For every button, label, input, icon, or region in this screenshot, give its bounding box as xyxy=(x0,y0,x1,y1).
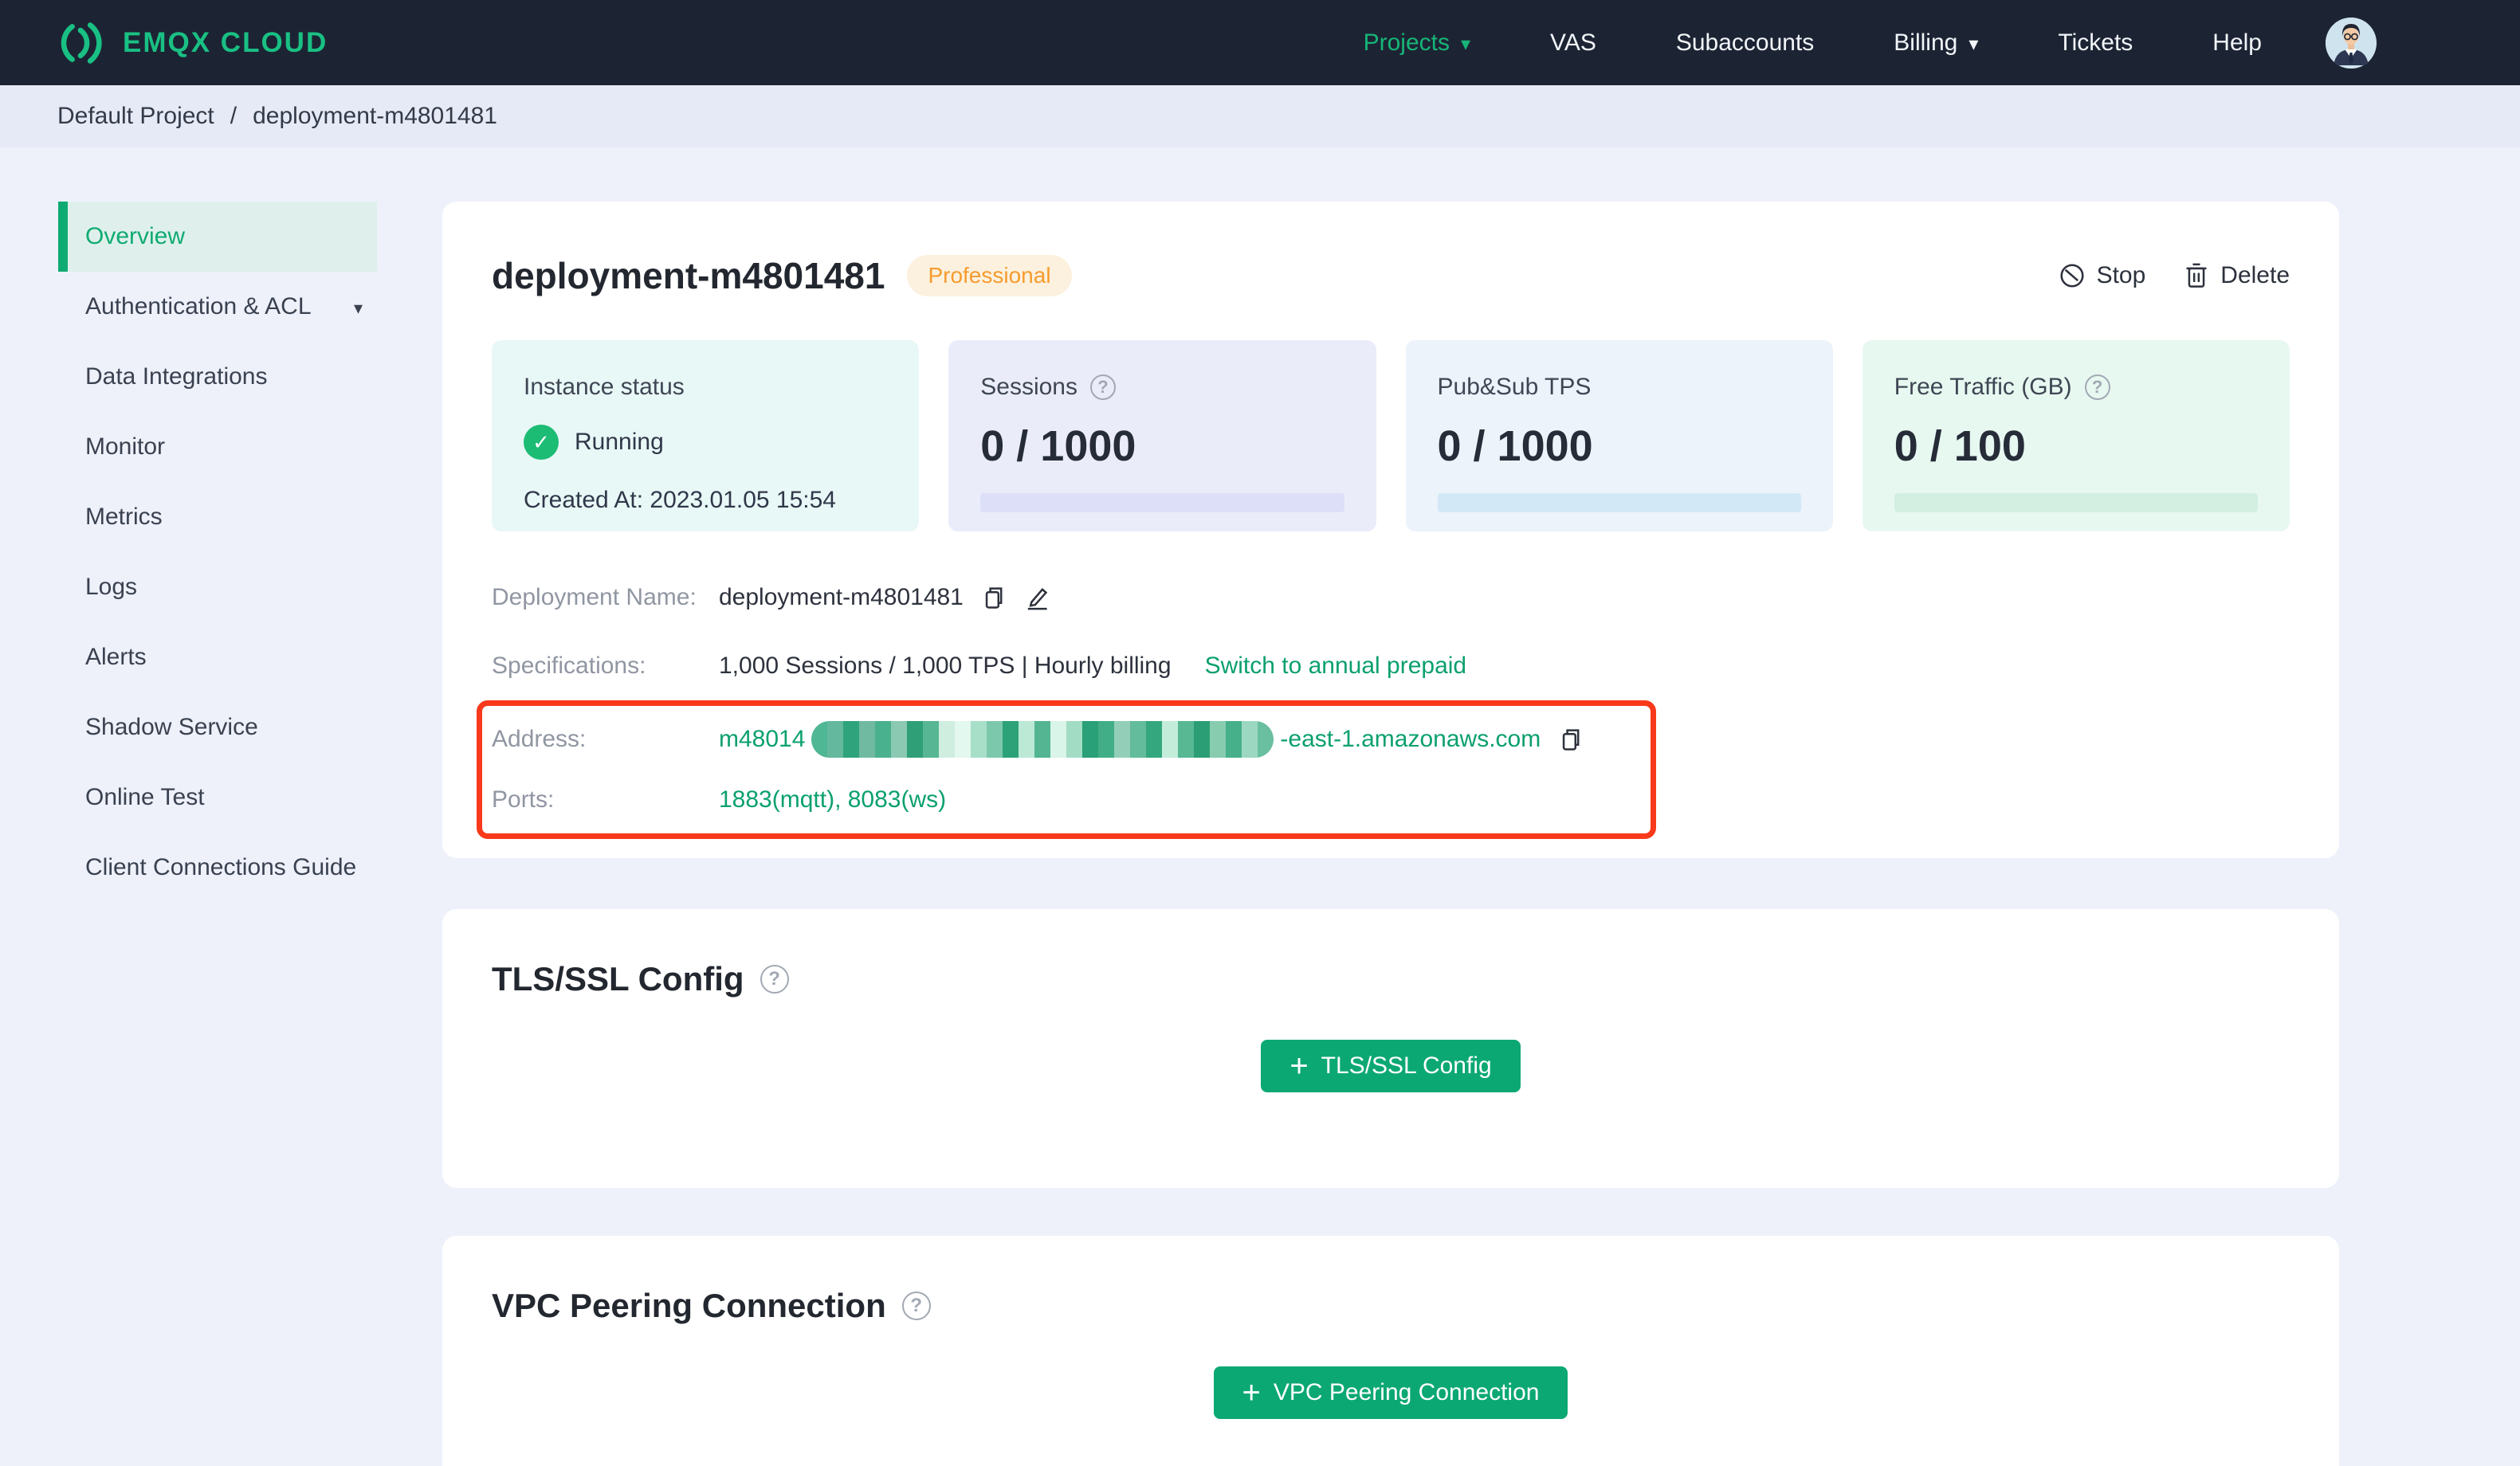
specifications-value: 1,000 Sessions / 1,000 TPS | Hourly bill… xyxy=(719,653,1172,679)
address-suffix: -east-1.amazonaws.com xyxy=(1280,726,1541,752)
delete-button[interactable]: Delete xyxy=(2184,262,2290,289)
nav-item-subaccounts[interactable]: Subaccounts xyxy=(1676,29,1814,57)
tps-progress-bar xyxy=(1437,493,1801,512)
address-row: Address: m48014 -east-1.amazonaws.com xyxy=(492,709,1651,770)
avatar-person-icon xyxy=(2326,17,2377,69)
deployment-name-value: deployment-m4801481 xyxy=(719,584,964,610)
add-tls-ssl-config-button[interactable]: + TLS/SSL Config xyxy=(1261,1040,1521,1092)
stop-icon xyxy=(2060,264,2084,288)
help-icon[interactable]: ? xyxy=(2084,374,2110,400)
trash-icon xyxy=(2186,263,2207,288)
pubsub-tps-card: Pub&Sub TPS 0 / 1000 xyxy=(1405,340,1833,531)
sidebar-item-shadow-service[interactable]: Shadow Service xyxy=(58,692,377,762)
sidebar-item-overview[interactable]: Overview xyxy=(58,202,377,272)
copy-icon[interactable] xyxy=(1556,726,1584,753)
plus-icon: + xyxy=(1289,1049,1309,1084)
sidebar: Overview Authentication & ACL ▾ Data Int… xyxy=(0,147,442,1466)
created-at: Created At: 2023.01.05 15:54 xyxy=(524,487,836,513)
tls-ssl-title: TLS/SSL Config xyxy=(492,960,744,998)
nav-item-projects[interactable]: Projects ▾ xyxy=(1364,29,1470,57)
traffic-progress-bar xyxy=(1894,493,2258,512)
free-traffic-card: Free Traffic (GB) ? 0 / 100 xyxy=(1862,340,2290,531)
nav-item-tickets[interactable]: Tickets xyxy=(2058,29,2133,57)
nav-item-vas[interactable]: VAS xyxy=(1550,29,1596,57)
switch-annual-prepaid-link[interactable]: Switch to annual prepaid xyxy=(1205,653,1467,680)
caret-down-icon: ▾ xyxy=(1969,33,1979,55)
nav-item-billing[interactable]: Billing ▾ xyxy=(1894,29,1978,57)
brand-name: EMQX CLOUD xyxy=(123,26,328,58)
traffic-value: 0 / 100 xyxy=(1894,422,2026,470)
ports-label: Ports: xyxy=(492,786,555,813)
vpc-peering-title: VPC Peering Connection xyxy=(492,1287,886,1324)
emqx-logo-icon xyxy=(61,22,102,64)
deployment-name-label: Deployment Name: xyxy=(492,584,697,610)
copy-icon[interactable] xyxy=(979,584,1007,611)
instance-status-value: Running xyxy=(575,429,664,455)
address-label: Address: xyxy=(492,726,587,752)
user-avatar[interactable] xyxy=(2326,17,2377,69)
caret-down-icon: ▾ xyxy=(1460,33,1471,55)
sidebar-item-monitor[interactable]: Monitor xyxy=(58,412,377,482)
vpc-peering-section: VPC Peering Connection ? + VPC Peering C… xyxy=(442,1236,2339,1466)
deployment-overview-card: deployment-m4801481 Professional Stop De… xyxy=(442,202,2339,858)
help-icon[interactable]: ? xyxy=(760,965,789,994)
tls-ssl-section: TLS/SSL Config ? + TLS/SSL Config xyxy=(442,909,2339,1188)
address-highlight-annotation: Address: m48014 -east-1.amazonaws.com Po… xyxy=(477,700,1656,839)
running-check-icon: ✓ xyxy=(524,425,559,460)
sessions-progress-bar xyxy=(980,493,1344,512)
breadcrumb: Default Project / deployment-m4801481 xyxy=(0,85,2520,147)
top-navbar: EMQX CLOUD Projects ▾ VAS Subaccounts Bi… xyxy=(0,0,2520,85)
specifications-row: Specifications: 1,000 Sessions / 1,000 T… xyxy=(492,632,2290,700)
address-redaction xyxy=(811,721,1274,758)
sidebar-item-online-test[interactable]: Online Test xyxy=(58,762,377,833)
help-icon[interactable]: ? xyxy=(901,1292,931,1320)
plus-icon: + xyxy=(1242,1375,1261,1410)
stop-button[interactable]: Stop xyxy=(2059,262,2145,289)
deployment-title: deployment-m4801481 xyxy=(492,255,885,296)
breadcrumb-project[interactable]: Default Project xyxy=(57,103,214,130)
nav-item-help[interactable]: Help xyxy=(2212,29,2262,57)
caret-down-icon: ▾ xyxy=(353,298,363,318)
sidebar-item-client-connections-guide[interactable]: Client Connections Guide xyxy=(58,833,377,903)
help-icon[interactable]: ? xyxy=(1089,374,1116,400)
nav-items: Projects ▾ VAS Subaccounts Billing ▾ Tic… xyxy=(1364,29,2262,57)
sessions-value: 0 / 1000 xyxy=(980,422,1136,470)
ports-row: Ports: 1883(mqtt), 8083(ws) xyxy=(492,770,1651,830)
sessions-card: Sessions ? 0 / 1000 xyxy=(948,340,1376,531)
sidebar-item-authentication-acl[interactable]: Authentication & ACL ▾ xyxy=(58,272,377,342)
deployment-name-row: Deployment Name: deployment-m4801481 xyxy=(492,563,2290,632)
breadcrumb-page: deployment-m4801481 xyxy=(253,103,497,129)
sidebar-item-data-integrations[interactable]: Data Integrations xyxy=(58,342,377,412)
tps-value: 0 / 1000 xyxy=(1437,422,1593,470)
brand[interactable]: EMQX CLOUD xyxy=(56,19,328,67)
address-prefix: m48014 xyxy=(719,726,806,752)
add-vpc-peering-button[interactable]: + VPC Peering Connection xyxy=(1213,1366,1568,1419)
instance-status-card: Instance status ✓ Running Created At: 20… xyxy=(492,340,920,531)
sidebar-item-logs[interactable]: Logs xyxy=(58,552,377,622)
edit-icon[interactable] xyxy=(1023,584,1050,611)
plan-badge: Professional xyxy=(907,255,1072,296)
sidebar-item-alerts[interactable]: Alerts xyxy=(58,622,377,692)
sidebar-item-metrics[interactable]: Metrics xyxy=(58,482,377,552)
ports-value: 1883(mqtt), 8083(ws) xyxy=(719,786,947,813)
specifications-label: Specifications: xyxy=(492,653,646,679)
breadcrumb-separator: / xyxy=(230,103,237,129)
